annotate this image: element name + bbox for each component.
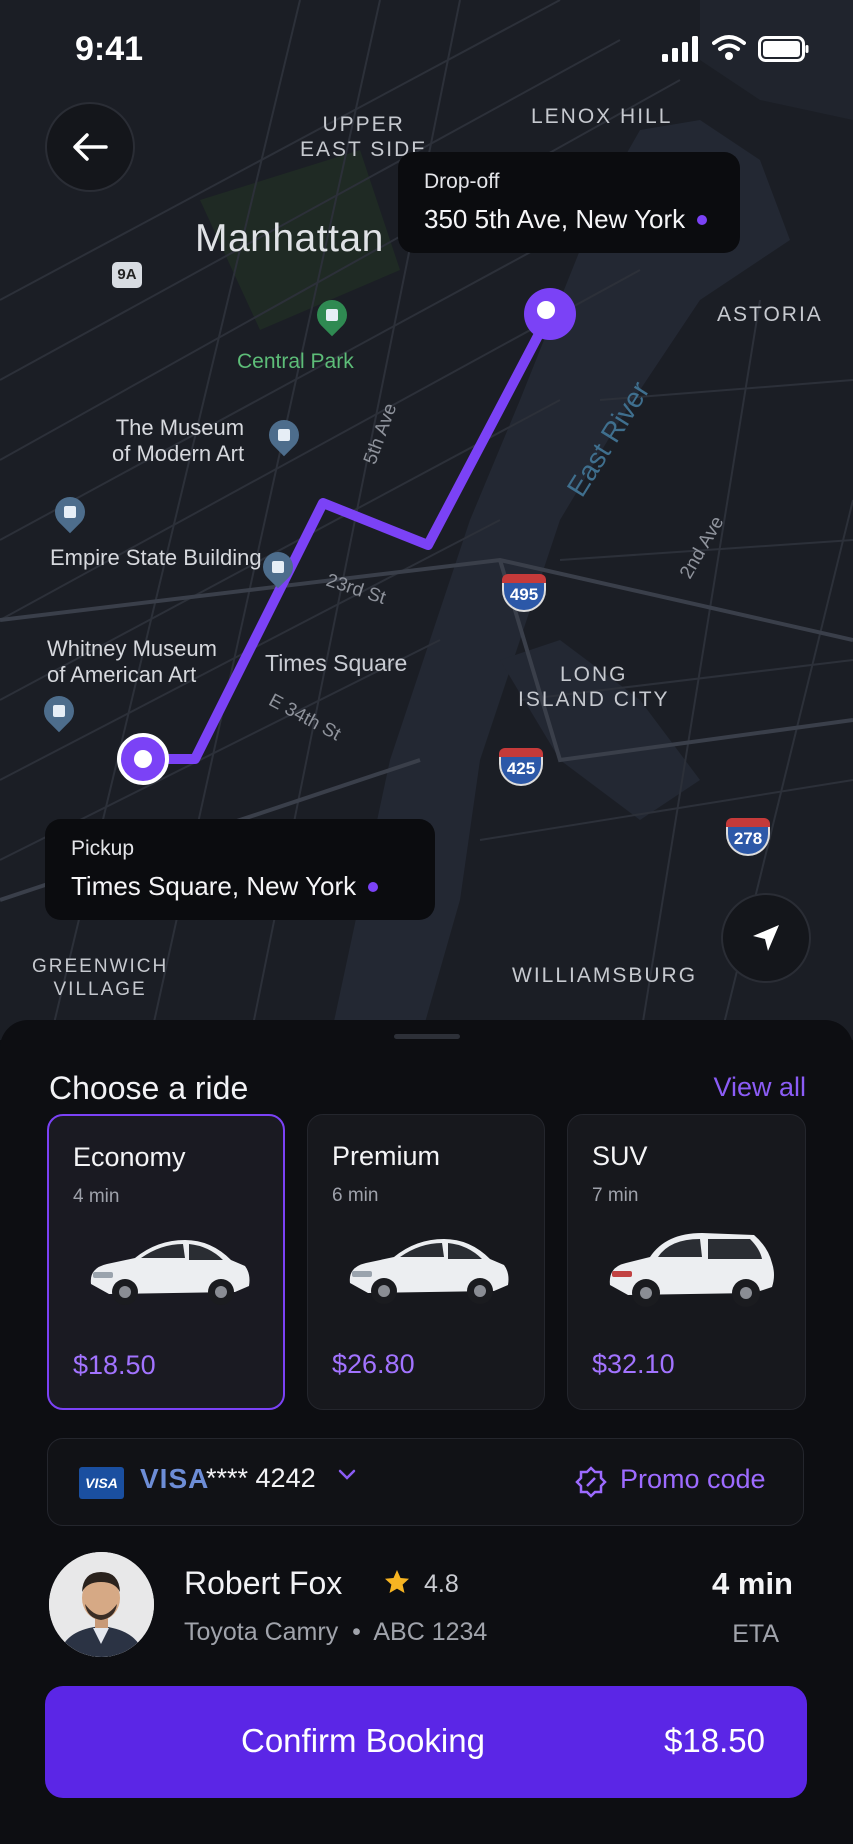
star-icon	[385, 1570, 409, 1593]
ride-name: SUV	[592, 1141, 648, 1171]
pickup-marker[interactable]	[117, 733, 169, 785]
confirm-price: $18.50	[664, 1722, 765, 1759]
map-label-central-park: Central Park	[237, 350, 354, 373]
promo-badge-icon	[575, 1466, 607, 1498]
driver-name: Robert Fox	[184, 1565, 343, 1601]
dropoff-callout[interactable]: Drop-off 350 5th Ave, New York	[398, 152, 740, 253]
pickup-caption: Pickup	[71, 837, 135, 860]
promo-code-label: Promo code	[620, 1464, 766, 1494]
suv-car-icon	[609, 1233, 774, 1307]
interstate-495-shield: 495	[502, 574, 546, 612]
dropoff-caption: Drop-off	[424, 170, 500, 193]
ride-name: Economy	[73, 1142, 186, 1172]
interstate-425-shield: 425	[499, 748, 543, 786]
map-label-moma: The Museum of Modern Art	[112, 415, 245, 467]
payment-row: VISA VISA **** 4242 Promo code	[47, 1438, 804, 1526]
driver-eta-label: ETA	[732, 1620, 779, 1648]
view-all-link[interactable]: View all	[713, 1072, 806, 1103]
ride-bottom-sheet: Choose a ride View all Economy 4 min $18…	[0, 1020, 853, 1844]
driver-photo	[49, 1552, 154, 1657]
payment-method-selector[interactable]: VISA **** 4242	[48, 1439, 378, 1527]
map-label-astoria: ASTORIA	[717, 303, 823, 326]
arrow-left-icon	[73, 133, 108, 161]
pickup-dot-icon	[368, 881, 379, 892]
interstate-278-shield: 278	[726, 818, 770, 856]
map-label-lenox-hill: LENOX HILL	[531, 105, 673, 128]
driver-rating: 4.8	[424, 1570, 459, 1598]
map-label-times-square: Times Square	[265, 650, 408, 676]
dropoff-dot-icon	[697, 214, 708, 225]
ride-option-premium[interactable]: Premium 6 min $26.80	[307, 1114, 545, 1410]
sheet-handle[interactable]	[394, 1034, 460, 1039]
status-time: 9:41	[75, 30, 144, 68]
sedan-car-icon	[90, 1240, 250, 1305]
map-label-empire-state: Empire State Building	[50, 545, 262, 570]
driver-avatar	[49, 1552, 154, 1657]
sedan-car-icon	[349, 1239, 509, 1304]
ride-eta: 6 min	[332, 1185, 379, 1206]
map-label-whitney: Whitney Museum of American Art	[47, 636, 217, 688]
battery-icon	[758, 36, 809, 62]
map-label-long-island-city: LONG ISLAND CITY	[518, 663, 670, 712]
dropoff-address: 350 5th Ave, New York	[424, 204, 686, 234]
map-label-greenwich-village: GREENWICH VILLAGE	[32, 956, 169, 1000]
card-brand: VISA	[140, 1463, 210, 1494]
recenter-button[interactable]	[721, 893, 811, 983]
ride-option-economy[interactable]: Economy 4 min $18.50	[47, 1114, 285, 1410]
navigation-arrow-icon	[753, 925, 779, 951]
wifi-icon	[712, 35, 746, 60]
back-button[interactable]	[45, 102, 135, 192]
route-9a-shield: 9A	[112, 262, 142, 288]
route-map[interactable]: UPPER EAST SIDE LENOX HILL Manhattan ASTO…	[0, 0, 853, 1040]
ride-option-suv[interactable]: SUV 7 min $32.10	[567, 1114, 806, 1410]
confirm-label: Confirm Booking	[241, 1722, 485, 1759]
card-number: **** 4242	[206, 1463, 316, 1493]
ride-name: Premium	[332, 1141, 441, 1171]
driver-eta: 4 min	[712, 1566, 793, 1601]
pickup-callout[interactable]: Pickup Times Square, New York	[45, 819, 435, 920]
ride-eta: 4 min	[73, 1186, 120, 1207]
ride-price: $18.50	[73, 1350, 156, 1380]
status-bar: 9:41	[0, 0, 853, 100]
ride-price: $26.80	[332, 1349, 415, 1379]
map-label-manhattan: Manhattan	[195, 217, 384, 260]
driver-car-info: Toyota Camry • ABC 1234	[184, 1618, 488, 1646]
ride-eta: 7 min	[592, 1185, 639, 1206]
signal-icon	[662, 36, 698, 62]
sheet-title: Choose a ride	[49, 1070, 249, 1106]
dropoff-marker[interactable]	[524, 288, 576, 340]
pickup-address: Times Square, New York	[71, 871, 357, 901]
confirm-booking-button[interactable]: Confirm Booking $18.50	[45, 1686, 807, 1798]
chevron-down-icon	[338, 1469, 356, 1480]
promo-code-button[interactable]: Promo code	[558, 1439, 805, 1527]
ride-price: $32.10	[592, 1349, 675, 1379]
map-label-williamsburg: WILLIAMSBURG	[512, 964, 698, 987]
